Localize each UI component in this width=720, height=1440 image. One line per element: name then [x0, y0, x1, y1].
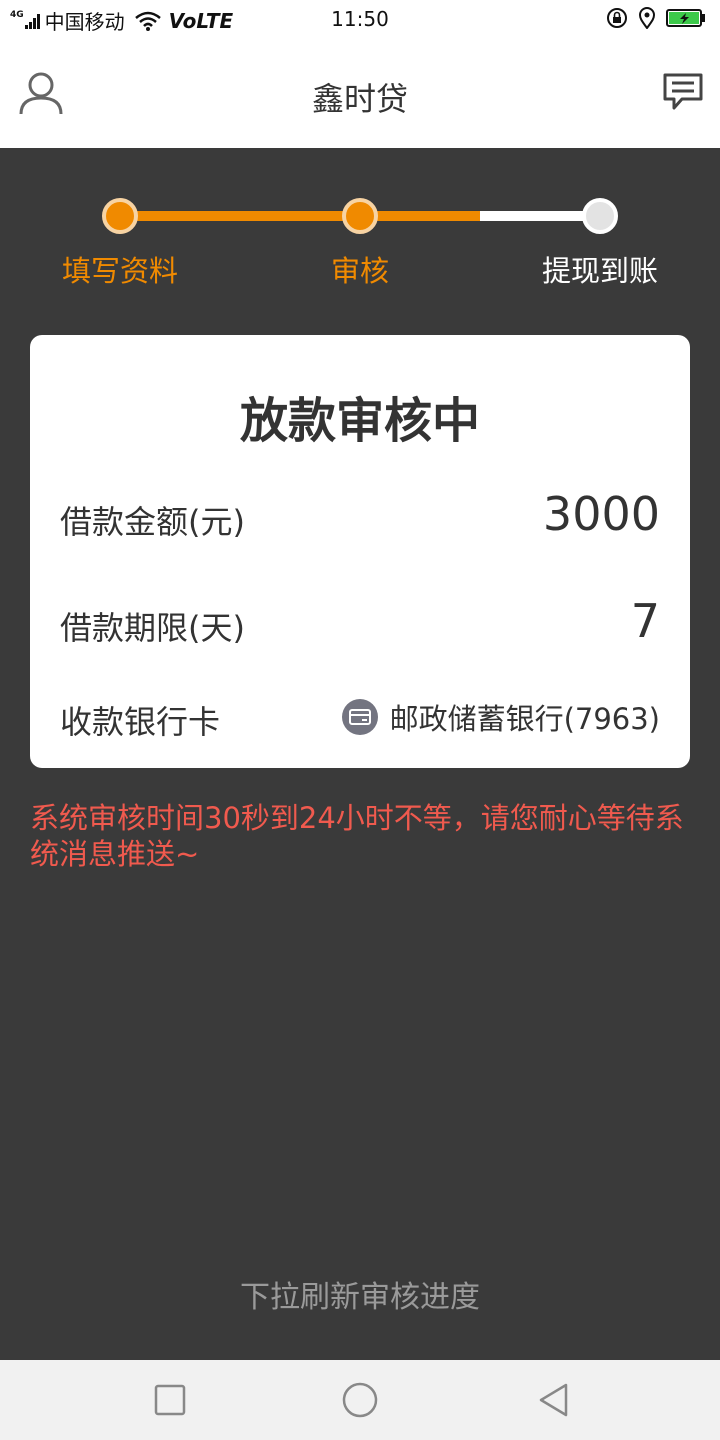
- message-icon[interactable]: [662, 72, 704, 112]
- home-icon[interactable]: [342, 1382, 378, 1418]
- step-dot-fill-info: [102, 198, 138, 234]
- recent-apps-icon[interactable]: [152, 1382, 188, 1418]
- loan-amount-value: 3000: [542, 487, 660, 541]
- pull-refresh-hint: 下拉刷新审核进度: [240, 1280, 480, 1315]
- step-label-review: 审核: [331, 254, 390, 288]
- battery-charging-icon: [666, 9, 705, 27]
- status-bar: 4G 中国移动 VoLTE 11:50: [0, 0, 720, 40]
- page-title: 鑫时贷: [311, 80, 408, 118]
- app-header: 鑫时贷: [0, 40, 720, 148]
- status-right: [606, 7, 706, 29]
- progress-steps: 填写资料 审核 提现到账: [0, 148, 720, 328]
- bank-card-icon: [341, 699, 378, 735]
- card-title: 放款审核中: [239, 393, 480, 449]
- progress-track-filled: [120, 211, 480, 221]
- loan-amount-label: 借款金额(元): [60, 503, 245, 541]
- step-label-withdraw: 提现到账: [542, 254, 659, 288]
- loan-status-card: 放款审核中 借款金额(元) 3000 借款期限(天) 7 收款银行卡 邮政储蓄银…: [30, 335, 690, 768]
- bank-card-label: 收款银行卡: [60, 703, 221, 741]
- step-dot-withdraw: [582, 198, 618, 234]
- step-label-fill-info: 填写资料: [62, 254, 179, 288]
- location-icon: [638, 7, 656, 29]
- bank-card-value: 邮政储蓄银行(7963): [389, 702, 660, 736]
- step-dot-review: [342, 198, 378, 234]
- review-notice: 系统审核时间30秒到24小时不等，请您耐心等待系统消息推送~: [30, 801, 684, 871]
- loan-term-value: 7: [630, 594, 660, 648]
- loan-term-label: 借款期限(天): [60, 609, 245, 647]
- orientation-lock-icon: [607, 8, 627, 28]
- back-icon[interactable]: [536, 1382, 572, 1418]
- system-nav-bar: [0, 1360, 720, 1440]
- bank-card-info: 邮政储蓄银行(7963): [341, 696, 660, 738]
